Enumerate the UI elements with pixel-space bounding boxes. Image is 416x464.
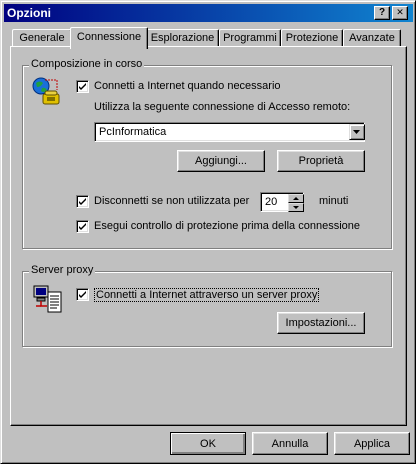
check-icon [79,198,86,205]
proxy-group: Server proxy Connetti a Internet attrave… [22,264,392,347]
title-bar[interactable]: Opzioni ? ✕ [4,4,413,22]
help-button[interactable]: ? [374,6,390,20]
disconnect-idle-label[interactable]: Disconnetti se non utilizzata per [94,195,249,207]
tab-avanzate[interactable]: Avanzate [343,29,401,47]
chevron-down-icon [353,130,360,134]
use-connection-label: Utilizza la seguente connessione di Acce… [94,101,351,113]
window-title: Opzioni [7,6,51,20]
use-proxy-label[interactable]: Connetti a Internet attraverso un server… [94,288,320,302]
connection-select[interactable]: PcInformatica [94,122,365,142]
tab-connessione[interactable]: Connessione [70,27,148,49]
tab-label: Connessione [76,31,142,43]
tab-esplorazione[interactable]: Esplorazione [146,29,219,47]
add-connection-button[interactable]: Aggiungi... [177,150,265,172]
dialing-group: Composizione in corso Connetti a Interne… [22,58,392,249]
security-check-checkbox[interactable] [76,220,89,233]
connection-panel: Composizione in corso Connetti a Interne… [10,46,407,426]
check-icon [79,291,86,298]
connection-dropdown-button[interactable] [349,124,365,140]
proxy-settings-button[interactable]: Impostazioni... [277,312,365,334]
connection-properties-button[interactable]: Proprietà [277,150,365,172]
tab-programmi[interactable]: Programmi [219,29,281,47]
tab-generale[interactable]: Generale [12,29,72,47]
connect-when-needed-label[interactable]: Connetti a Internet quando necessario [94,80,281,92]
check-icon [79,83,86,90]
dialing-legend: Composizione in corso [29,58,145,70]
tab-label: Protezione [285,32,339,44]
proxy-legend: Server proxy [29,264,96,276]
ok-button[interactable]: OK [170,432,246,455]
apply-button[interactable]: Applica [334,432,410,455]
phone-globe-icon [31,76,63,108]
options-dialog: Opzioni ? ✕ Generale Connessione Esplora… [0,0,416,464]
minutes-unit-label: minuti [319,195,349,207]
arrow-up-icon [293,197,299,200]
cancel-button[interactable]: Annulla [252,432,328,455]
idle-minutes-value: 20 [265,196,278,208]
tab-label: Generale [19,32,65,44]
connection-select-value: PcInformatica [99,126,167,138]
close-icon: ✕ [396,7,404,17]
connect-when-needed-checkbox[interactable] [76,80,89,93]
use-proxy-checkbox[interactable] [76,288,89,301]
help-icon: ? [378,7,386,18]
disconnect-idle-checkbox[interactable] [76,195,89,208]
tab-protezione[interactable]: Protezione [281,29,343,47]
minutes-spin-up[interactable] [288,194,304,203]
tab-label: Esplorazione [150,32,215,44]
check-icon [79,223,86,230]
arrow-down-icon [293,206,299,209]
close-button[interactable]: ✕ [392,6,408,20]
security-check-label[interactable]: Esegui controllo di protezione prima del… [94,220,360,232]
minutes-spin-down[interactable] [288,203,304,212]
tab-label: Avanzate [349,32,395,44]
tab-label: Programmi [223,32,277,44]
network-computer-icon [33,284,63,316]
